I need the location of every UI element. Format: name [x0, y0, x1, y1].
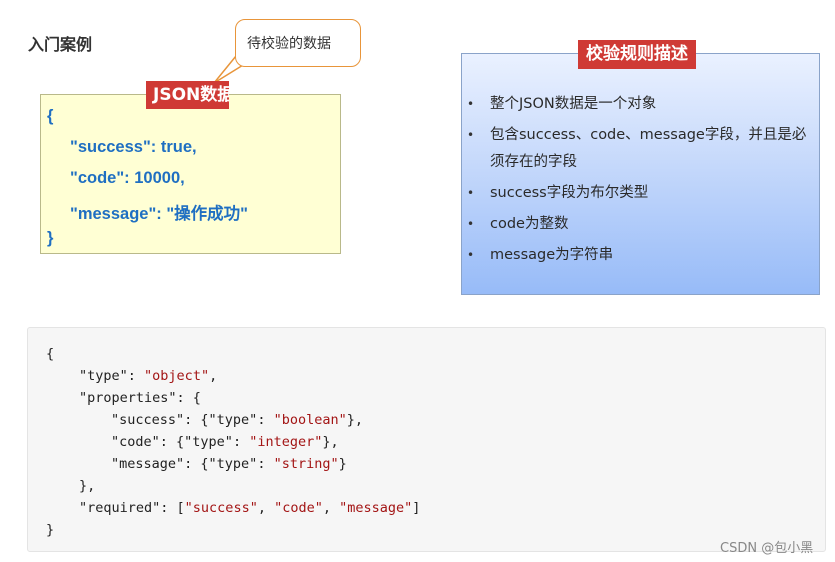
json-line-open: { [47, 107, 54, 125]
list-item: • success字段为布尔类型 [467, 180, 817, 207]
json-line-message: "message": "操作成功" [70, 205, 249, 223]
json-line-close: } [47, 229, 54, 247]
watermark: CSDN @包小黑 [720, 541, 814, 556]
rules-label-tag: 校验规则描述 [578, 40, 696, 69]
bullet-icon: • [467, 128, 475, 142]
rules-list: • 整个JSON数据是一个对象 • 包含success、code、message字段… [467, 91, 817, 273]
list-item: • 包含success、code、message字段，并且是必须存在的字段 [467, 122, 817, 176]
json-line-code: "code": 10000, [70, 169, 185, 187]
code-line: "properties": { [79, 390, 201, 406]
code-line: "required": ["success", "code", "message… [79, 500, 421, 516]
bullet-icon: • [467, 217, 475, 231]
json-example-box: { "success": true, "code": 10000, "messa… [40, 94, 341, 254]
code-line: "message": {"type": "string"} [111, 456, 347, 472]
bullet-icon: • [467, 97, 475, 111]
json-label-tag: JSON数据 [146, 81, 229, 109]
json-line-success: "success": true, [70, 138, 197, 156]
code-line: { [46, 346, 55, 362]
list-item: • message为字符串 [467, 242, 817, 269]
bullet-icon: • [467, 248, 475, 262]
bullet-icon: • [467, 186, 475, 200]
schema-code-block: { "type": "object", "properties": { "suc… [27, 327, 826, 552]
code-line: "code": {"type": "integer"}, [111, 434, 339, 450]
code-line: "type": "object", [79, 368, 218, 384]
code-line: } [46, 522, 55, 538]
page-title: 入门案例 [28, 35, 93, 54]
code-line: "success": {"type": "boolean"}, [111, 412, 364, 428]
list-item: • 整个JSON数据是一个对象 [467, 91, 817, 118]
code-line: }, [79, 478, 96, 494]
list-item: • code为整数 [467, 211, 817, 238]
callout-bubble: 待校验的数据 [235, 19, 361, 67]
